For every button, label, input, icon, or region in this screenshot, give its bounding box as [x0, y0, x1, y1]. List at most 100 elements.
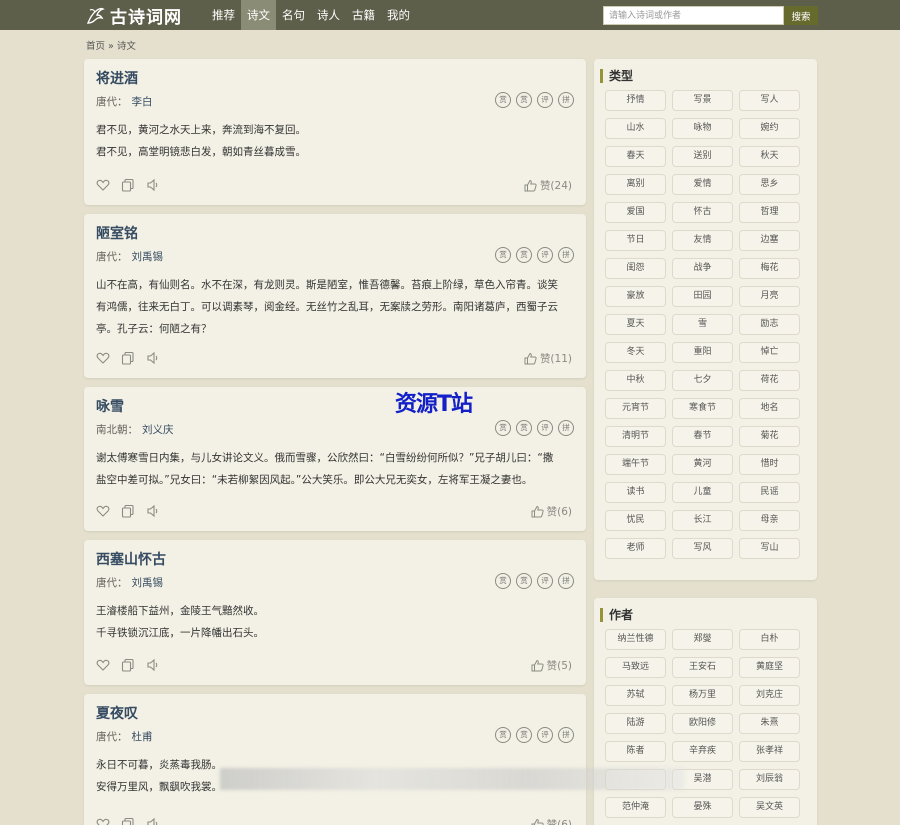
annotate-button[interactable]: 赏 [516, 727, 532, 743]
author-tag[interactable]: 朱熹 [739, 713, 800, 734]
copy-icon[interactable] [121, 351, 135, 365]
type-tag[interactable]: 黄河 [672, 454, 733, 475]
author-tag[interactable]: 刘辰翁 [739, 769, 800, 790]
author-tag[interactable]: 王安石 [672, 657, 733, 678]
type-tag[interactable]: 老师 [605, 538, 666, 559]
site-logo[interactable]: 古诗词网 [84, 3, 182, 28]
author-tag[interactable]: 郑燮 [672, 629, 733, 650]
speaker-icon[interactable] [146, 817, 160, 825]
type-tag[interactable]: 读书 [605, 482, 666, 503]
author-tag[interactable]: 吴文英 [739, 797, 800, 818]
type-tag[interactable]: 写风 [672, 538, 733, 559]
nav-item-poems[interactable]: 诗文 [241, 0, 276, 30]
copy-icon[interactable] [121, 178, 135, 192]
appreciate-button[interactable]: 赏 [495, 420, 511, 436]
type-tag[interactable]: 忧民 [605, 510, 666, 531]
like-button[interactable]: 赞(6) [531, 504, 572, 519]
search-input[interactable] [603, 6, 784, 25]
like-button[interactable]: 赞(6) [531, 817, 572, 825]
copy-icon[interactable] [121, 817, 135, 825]
type-tag[interactable]: 中秋 [605, 370, 666, 391]
type-tag[interactable]: 冬天 [605, 342, 666, 363]
author-tag[interactable]: 杨万里 [672, 685, 733, 706]
poem-author[interactable]: 杜甫 [132, 731, 153, 743]
favorite-heart-icon[interactable] [96, 817, 110, 825]
type-tag[interactable]: 梅花 [739, 258, 800, 279]
type-tag[interactable]: 节日 [605, 230, 666, 251]
nav-item-recommend[interactable]: 推荐 [206, 0, 241, 30]
poem-author[interactable]: 刘禹锡 [132, 577, 164, 589]
type-tag[interactable]: 咏物 [672, 118, 733, 139]
speaker-icon[interactable] [146, 351, 160, 365]
copy-icon[interactable] [121, 504, 135, 518]
type-tag[interactable]: 写人 [739, 90, 800, 111]
poem-title[interactable]: 夏夜叹 [96, 704, 574, 724]
author-tag[interactable]: 陆游 [605, 713, 666, 734]
author-tag[interactable]: 马致远 [605, 657, 666, 678]
poem-title[interactable]: 咏雪 [96, 397, 574, 417]
pinyin-button[interactable]: 拼 [558, 727, 574, 743]
author-tag[interactable]: 晏殊 [672, 797, 733, 818]
nav-item-mine[interactable]: 我的 [381, 0, 416, 30]
type-tag[interactable]: 寒食节 [672, 398, 733, 419]
type-tag[interactable]: 元宵节 [605, 398, 666, 419]
annotate-button[interactable]: 赏 [516, 247, 532, 263]
poem-title[interactable]: 西塞山怀古 [96, 550, 574, 570]
poem-title[interactable]: 陋室铭 [96, 224, 574, 244]
type-tag[interactable]: 爱情 [672, 174, 733, 195]
poem-title[interactable]: 将进酒 [96, 69, 574, 89]
type-tag[interactable]: 抒情 [605, 90, 666, 111]
type-tag[interactable]: 重阳 [672, 342, 733, 363]
poem-author[interactable]: 刘义庆 [142, 424, 174, 436]
nav-item-quotes[interactable]: 名句 [276, 0, 311, 30]
search-button[interactable]: 搜索 [784, 6, 818, 25]
comment-button[interactable]: 评 [537, 573, 553, 589]
type-tag[interactable]: 菊花 [739, 426, 800, 447]
type-tag[interactable]: 送别 [672, 146, 733, 167]
pinyin-button[interactable]: 拼 [558, 420, 574, 436]
type-tag[interactable]: 励志 [739, 314, 800, 335]
comment-button[interactable]: 评 [537, 727, 553, 743]
type-tag[interactable]: 写景 [672, 90, 733, 111]
appreciate-button[interactable]: 赏 [495, 92, 511, 108]
favorite-heart-icon[interactable] [96, 504, 110, 518]
type-tag[interactable]: 儿童 [672, 482, 733, 503]
author-tag[interactable]: 陈者 [605, 741, 666, 762]
type-tag[interactable]: 怀古 [672, 202, 733, 223]
type-tag[interactable]: 边塞 [739, 230, 800, 251]
poem-author[interactable]: 刘禹锡 [132, 251, 164, 263]
like-button[interactable]: 赞(11) [524, 351, 572, 366]
author-tag[interactable]: 刘克庄 [739, 685, 800, 706]
author-tag[interactable]: 范仲淹 [605, 797, 666, 818]
like-button[interactable]: 赞(5) [531, 658, 572, 673]
comment-button[interactable]: 评 [537, 420, 553, 436]
type-tag[interactable]: 闺怨 [605, 258, 666, 279]
type-tag[interactable]: 荷花 [739, 370, 800, 391]
type-tag[interactable]: 战争 [672, 258, 733, 279]
poem-author[interactable]: 李白 [132, 96, 153, 108]
type-tag[interactable]: 月亮 [739, 286, 800, 307]
type-tag[interactable]: 哲理 [739, 202, 800, 223]
favorite-heart-icon[interactable] [96, 178, 110, 192]
type-tag[interactable]: 友情 [672, 230, 733, 251]
type-tag[interactable]: 民谣 [739, 482, 800, 503]
type-tag[interactable]: 思乡 [739, 174, 800, 195]
type-tag[interactable]: 母亲 [739, 510, 800, 531]
breadcrumb-home[interactable]: 首页 [86, 41, 105, 52]
type-tag[interactable]: 秋天 [739, 146, 800, 167]
speaker-icon[interactable] [146, 658, 160, 672]
nav-item-classics[interactable]: 古籍 [346, 0, 381, 30]
type-tag[interactable]: 端午节 [605, 454, 666, 475]
speaker-icon[interactable] [146, 504, 160, 518]
speaker-icon[interactable] [146, 178, 160, 192]
type-tag[interactable]: 春天 [605, 146, 666, 167]
type-tag[interactable]: 惜时 [739, 454, 800, 475]
type-tag[interactable]: 地名 [739, 398, 800, 419]
author-tag[interactable]: 欧阳修 [672, 713, 733, 734]
pinyin-button[interactable]: 拼 [558, 92, 574, 108]
type-tag[interactable]: 婉约 [739, 118, 800, 139]
appreciate-button[interactable]: 赏 [495, 727, 511, 743]
author-tag[interactable]: 纳兰性德 [605, 629, 666, 650]
type-tag[interactable]: 春节 [672, 426, 733, 447]
favorite-heart-icon[interactable] [96, 658, 110, 672]
